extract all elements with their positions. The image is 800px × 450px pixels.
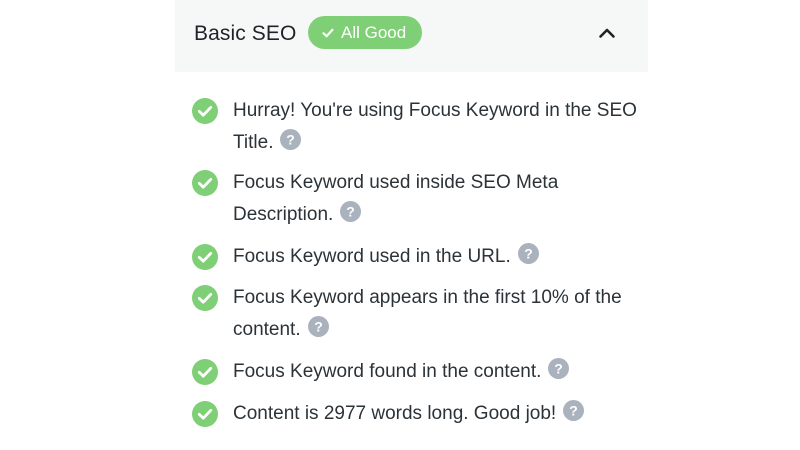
seo-check-label: Focus Keyword appears in the first 10% o… xyxy=(233,287,622,340)
help-icon[interactable]: ? xyxy=(307,315,329,337)
seo-check-label: Focus Keyword used inside SEO Meta Descr… xyxy=(233,172,559,225)
collapse-toggle-button[interactable] xyxy=(590,18,624,48)
seo-check-text: Focus Keyword used in the URL.? xyxy=(233,241,638,273)
pass-check-icon xyxy=(192,244,218,270)
pass-check-icon xyxy=(192,359,218,385)
pass-check-icon xyxy=(192,98,218,124)
help-icon[interactable]: ? xyxy=(548,358,570,379)
svg-text:?: ? xyxy=(287,131,296,147)
svg-text:?: ? xyxy=(524,245,533,261)
section-title: Basic SEO xyxy=(194,22,297,45)
seo-check-text: Focus Keyword appears in the first 10% o… xyxy=(233,282,638,345)
seo-check-label: Focus Keyword found in the content. xyxy=(233,361,542,382)
basic-seo-panel: Basic SEO All Good Hurray! You're using … xyxy=(175,0,648,450)
svg-text:?: ? xyxy=(555,360,564,376)
chevron-up-icon xyxy=(599,28,615,38)
seo-check-text: Hurray! You're using Focus Keyword in th… xyxy=(233,95,638,158)
seo-check-label: Content is 2977 words long. Good job! xyxy=(233,403,557,424)
pass-check-icon xyxy=(192,401,218,427)
help-icon[interactable]: ? xyxy=(280,128,302,150)
svg-text:?: ? xyxy=(569,402,578,418)
pass-check-icon xyxy=(192,285,218,311)
pass-check-icon xyxy=(192,170,218,196)
svg-text:?: ? xyxy=(314,318,323,334)
seo-check-text: Focus Keyword found in the content.? xyxy=(233,356,638,388)
seo-check-label: Focus Keyword used in the URL. xyxy=(233,246,511,267)
svg-text:?: ? xyxy=(347,203,356,219)
help-icon[interactable]: ? xyxy=(340,200,362,222)
check-icon xyxy=(322,28,334,37)
help-icon[interactable]: ? xyxy=(563,400,585,421)
help-icon[interactable]: ? xyxy=(517,243,539,264)
status-badge-label: All Good xyxy=(341,23,407,42)
seo-check-text: Focus Keyword used inside SEO Meta Descr… xyxy=(233,167,638,230)
status-badge: All Good xyxy=(308,16,423,49)
seo-check-text: Content is 2977 words long. Good job!? xyxy=(233,398,638,430)
section-header[interactable]: Basic SEO All Good xyxy=(175,0,648,72)
